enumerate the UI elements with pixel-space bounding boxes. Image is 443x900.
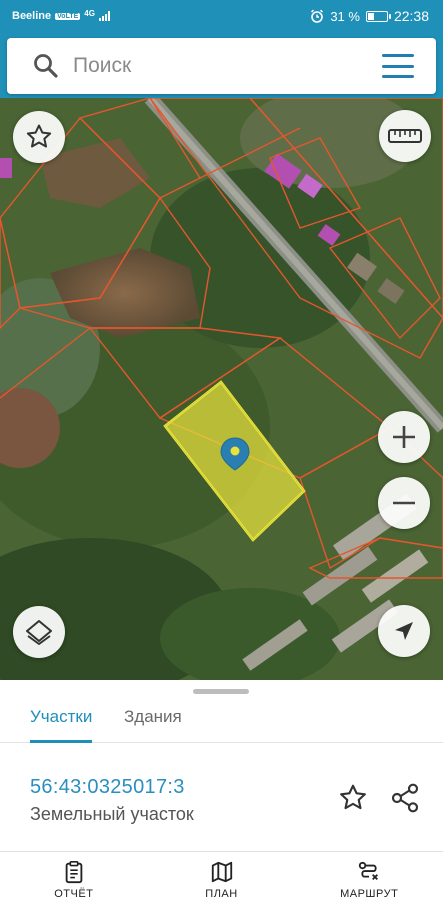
nav-route-label: МАРШРУТ <box>340 888 399 900</box>
plot-type-label: Земельный участок <box>30 804 194 824</box>
tab-buildings[interactable]: Здания <box>124 704 182 743</box>
bottom-nav: ОТЧЁТ ПЛАН МАРШРУТ <box>0 851 443 900</box>
route-icon <box>359 861 379 881</box>
search-input[interactable] <box>73 54 373 78</box>
navigation-arrow-icon <box>395 622 413 640</box>
volte-badge: VoLTE <box>55 12 81 20</box>
status-bar: Beeline VoLTE 4G 31 % 22:38 <box>0 0 443 32</box>
signal-icon <box>98 11 110 21</box>
zoom-in-button[interactable] <box>378 411 430 463</box>
nav-report-label: ОТЧЁТ <box>54 888 94 900</box>
bottom-sheet: Участки Здания 56:43:0325017:3 Земельный… <box>0 680 443 900</box>
status-left: Beeline VoLTE 4G <box>12 8 110 22</box>
star-icon[interactable] <box>337 782 369 814</box>
nav-route[interactable]: МАРШРУТ <box>295 852 443 900</box>
sheet-tabs: Участки Здания <box>0 700 443 743</box>
battery-percent: 31 % <box>330 8 360 24</box>
nav-plan-label: ПЛАН <box>205 888 238 900</box>
battery-fill <box>367 12 375 20</box>
nav-report[interactable]: ОТЧЁТ <box>0 852 148 900</box>
favorite-map-button[interactable] <box>13 111 65 163</box>
ruler-icon <box>388 129 422 143</box>
status-right: 31 % 22:38 <box>310 8 429 24</box>
search-bar[interactable] <box>7 38 436 94</box>
carrier-label: Beeline <box>12 10 52 22</box>
plus-icon <box>393 426 415 448</box>
network-type: 4G <box>84 8 95 18</box>
map-imagery <box>0 98 443 680</box>
my-location-button[interactable] <box>378 605 430 657</box>
zoom-out-button[interactable] <box>378 477 430 529</box>
share-icon[interactable] <box>389 782 421 814</box>
search-header <box>0 32 443 98</box>
tab-plots[interactable]: Участки <box>30 704 93 743</box>
layers-button[interactable] <box>13 606 65 658</box>
minus-icon <box>393 501 415 505</box>
star-icon <box>26 124 52 148</box>
satellite-map[interactable] <box>0 98 443 680</box>
search-icon[interactable] <box>31 51 61 81</box>
clipboard-icon <box>65 861 83 884</box>
map-icon <box>211 861 232 883</box>
battery-icon <box>365 10 391 22</box>
sheet-drag-handle[interactable] <box>193 689 249 694</box>
ruler-button[interactable] <box>379 110 431 162</box>
status-time: 22:38 <box>393 8 429 24</box>
cadastral-number-link[interactable]: 56:43:0325017:3 <box>30 776 185 799</box>
menu-icon[interactable] <box>382 54 414 78</box>
layers-icon <box>26 620 52 645</box>
alarm-icon <box>311 9 324 23</box>
nav-plan[interactable]: ПЛАН <box>148 852 296 900</box>
